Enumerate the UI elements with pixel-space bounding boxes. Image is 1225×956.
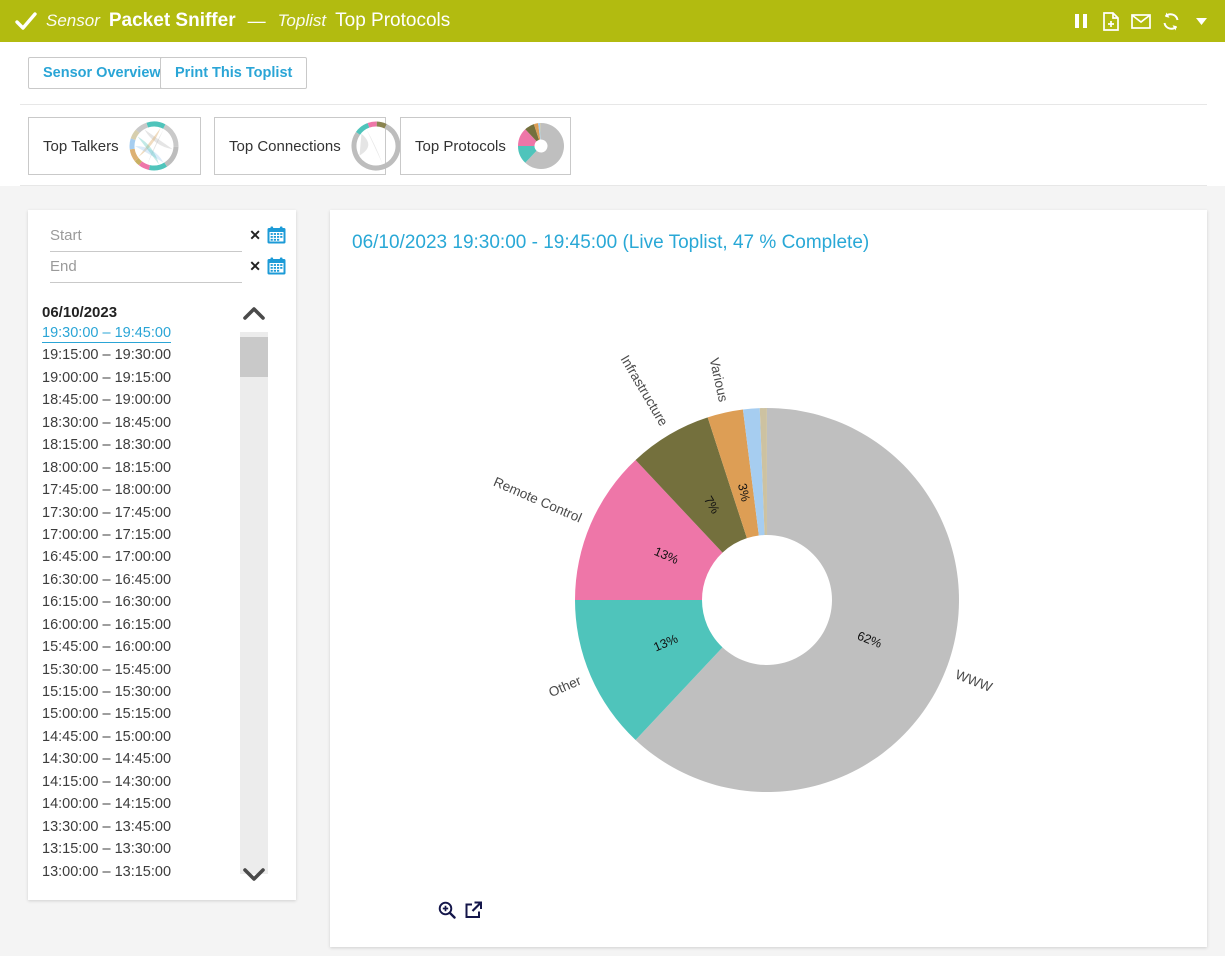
time-range-item[interactable]: 14:30:00 – 14:45:00 xyxy=(42,751,232,773)
end-date-input[interactable] xyxy=(50,253,180,279)
time-range-item[interactable]: 18:45:00 – 19:00:00 xyxy=(42,392,232,414)
segment-name-label: Other xyxy=(546,673,583,700)
segment-name-label: Various xyxy=(707,356,731,403)
time-range-list: 19:30:00 – 19:45:0019:15:00 – 19:30:0019… xyxy=(42,325,232,886)
segment-name-label: Infrastructure xyxy=(618,353,671,429)
tab-label: Top Connections xyxy=(229,138,341,155)
sensor-overview-button[interactable]: Sensor Overview xyxy=(28,57,176,89)
time-range-item[interactable]: 19:15:00 – 19:30:00 xyxy=(42,347,232,369)
email-icon[interactable] xyxy=(1131,11,1151,31)
time-range-item[interactable]: 16:45:00 – 17:00:00 xyxy=(42,549,232,571)
time-range-item[interactable]: 15:00:00 – 15:15:00 xyxy=(42,706,232,728)
segment-name-label: WWW xyxy=(953,667,994,695)
time-range-item[interactable]: 17:00:00 – 17:15:00 xyxy=(42,527,232,549)
tab-top-talkers[interactable]: Top Talkers xyxy=(28,117,201,175)
time-range-item[interactable]: 15:15:00 – 15:30:00 xyxy=(42,684,232,706)
clear-start-icon[interactable]: ✕ xyxy=(249,228,261,242)
time-range-item[interactable]: 14:45:00 – 15:00:00 xyxy=(42,729,232,751)
time-range-item[interactable]: 18:15:00 – 18:30:00 xyxy=(42,437,232,459)
tab-top-protocols[interactable]: Top Protocols xyxy=(400,117,571,175)
scroll-track[interactable] xyxy=(240,332,268,874)
toplist-tabs-row: Top Talkers Top Connections Top Protocols xyxy=(0,105,1225,185)
end-calendar-icon[interactable] xyxy=(267,257,286,275)
chart-actions xyxy=(438,901,482,919)
scroll-up-button[interactable] xyxy=(240,300,268,326)
time-range-item[interactable]: 16:00:00 – 16:15:00 xyxy=(42,617,232,639)
refresh-icon[interactable] xyxy=(1161,11,1181,31)
end-date-field: ✕ xyxy=(50,253,242,283)
time-range-item[interactable]: 14:15:00 – 14:30:00 xyxy=(42,774,232,796)
zoom-in-icon[interactable] xyxy=(438,901,456,919)
add-report-icon[interactable] xyxy=(1101,11,1121,31)
toolbar-row: Sensor Overview Print This Toplist xyxy=(0,42,1225,104)
pause-icon[interactable] xyxy=(1071,11,1091,31)
scroll-thumb[interactable] xyxy=(240,337,268,377)
date-filter-panel: ✕ ✕ 06/10/2023 19:30:00 – 19:45:0019:15:… xyxy=(28,210,296,900)
tab-label: Top Protocols xyxy=(415,138,506,155)
tab-top-connections[interactable]: Top Connections xyxy=(214,117,386,175)
toplist-chart-panel: 06/10/2023 19:30:00 - 19:45:00 (Live Top… xyxy=(330,210,1207,947)
clear-end-icon[interactable]: ✕ xyxy=(249,259,261,273)
top-talkers-chord-icon xyxy=(129,121,179,171)
top-protocols-donut-icon xyxy=(516,121,566,171)
time-range-item[interactable]: 15:45:00 – 16:00:00 xyxy=(42,639,232,661)
time-range-item[interactable]: 17:45:00 – 18:00:00 xyxy=(42,482,232,504)
time-range-item[interactable]: 18:00:00 – 18:15:00 xyxy=(42,460,232,482)
time-range-item[interactable]: 18:30:00 – 18:45:00 xyxy=(42,415,232,437)
top-connections-chord-icon xyxy=(351,121,401,171)
app-header: Sensor Packet Sniffer — Toplist Top Prot… xyxy=(0,0,1225,42)
header-separator: — xyxy=(248,11,266,32)
external-link-icon[interactable] xyxy=(464,901,482,919)
time-range-item[interactable]: 13:00:00 – 13:15:00 xyxy=(42,864,232,886)
scroll-down-button[interactable] xyxy=(240,862,268,888)
time-range-item[interactable]: 17:30:00 – 17:45:00 xyxy=(42,505,232,527)
dropdown-caret-icon[interactable] xyxy=(1191,11,1211,31)
top-protocols-donut-chart: 62%WWW13%Other13%Remote Control7%Infrast… xyxy=(330,210,1207,947)
time-range-item[interactable]: 16:30:00 – 16:45:00 xyxy=(42,572,232,594)
start-date-field: ✕ xyxy=(50,222,242,252)
start-date-input[interactable] xyxy=(50,222,180,248)
time-range-item[interactable]: 13:30:00 – 13:45:00 xyxy=(42,819,232,841)
time-list-scrollbar xyxy=(240,300,268,888)
time-range-item[interactable]: 14:00:00 – 14:15:00 xyxy=(42,796,232,818)
time-range-item[interactable]: 13:15:00 – 13:30:00 xyxy=(42,841,232,863)
toplist-type-label: Toplist xyxy=(278,11,327,31)
sensor-type-label: Sensor xyxy=(46,11,100,31)
time-range-item[interactable]: 19:00:00 – 19:15:00 xyxy=(42,370,232,392)
start-calendar-icon[interactable] xyxy=(267,226,286,244)
print-toplist-button[interactable]: Print This Toplist xyxy=(160,57,307,89)
header-action-icons xyxy=(1071,11,1211,31)
time-range-item[interactable]: 16:15:00 – 16:30:00 xyxy=(42,594,232,616)
toplist-name: Top Protocols xyxy=(335,10,450,32)
date-list-header: 06/10/2023 xyxy=(42,304,117,321)
time-range-item[interactable]: 19:30:00 – 19:45:00 xyxy=(42,325,232,347)
tab-label: Top Talkers xyxy=(43,138,119,155)
check-icon xyxy=(14,9,38,33)
time-range-item[interactable]: 15:30:00 – 15:45:00 xyxy=(42,662,232,684)
segment-name-label: Remote Control xyxy=(491,474,584,525)
sensor-name: Packet Sniffer xyxy=(109,10,236,32)
